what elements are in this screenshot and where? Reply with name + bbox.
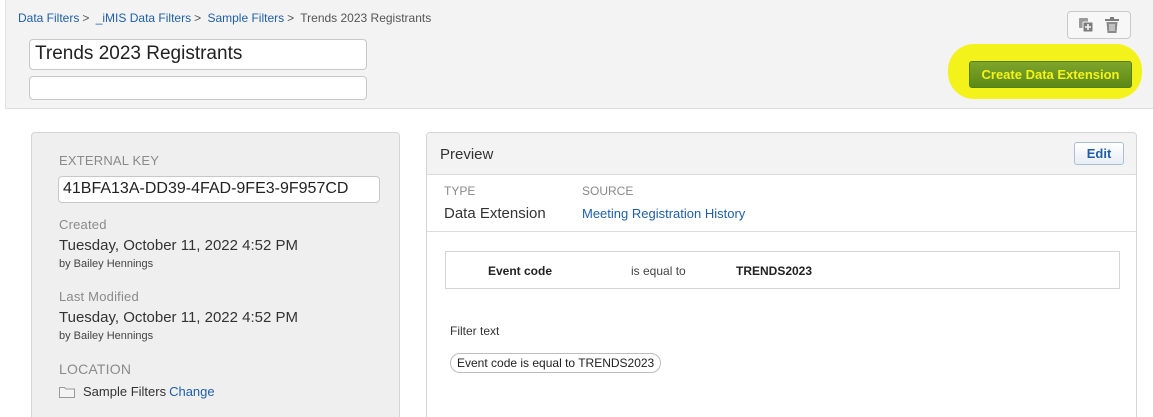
breadcrumb-sample-filters[interactable]: Sample Filters: [207, 11, 284, 25]
type-value: Data Extension: [444, 205, 546, 222]
source-link[interactable]: Meeting Registration History: [582, 206, 745, 221]
preview-header: Preview Edit: [427, 133, 1136, 175]
filter-description-input[interactable]: [29, 76, 367, 100]
created-date: Tuesday, October 11, 2022 4:52 PM: [59, 237, 299, 254]
filter-text-pill: Event code is equal to TRENDS2023: [450, 353, 662, 373]
created-by: by Bailey Hennings: [59, 258, 154, 270]
last-modified-by: by Bailey Hennings: [59, 330, 154, 342]
criteria-value: TRENDS2023: [736, 264, 813, 278]
change-location-link[interactable]: Change: [169, 384, 215, 399]
breadcrumb-data-filters[interactable]: Data Filters: [18, 11, 79, 25]
external-key-label: EXTERNAL KEY: [59, 153, 160, 168]
page-header: Data Filters > _iMIS Data Filters > Sample…: [5, 0, 1153, 109]
edit-button[interactable]: Edit: [1074, 142, 1124, 165]
source-label: SOURCE: [582, 184, 634, 198]
last-modified-date: Tuesday, October 11, 2022 4:52 PM: [59, 309, 299, 326]
filter-name-input[interactable]: Trends 2023 Registrants: [29, 39, 367, 70]
filter-criteria-row: Event code is equal to TRENDS2023: [445, 251, 1120, 289]
last-modified-label: Last Modified: [59, 289, 139, 304]
breadcrumb-separator: >: [82, 11, 90, 25]
breadcrumb: Data Filters > _iMIS Data Filters > Sample…: [18, 11, 431, 25]
filter-text-label: Filter text: [450, 324, 500, 338]
preview-title: Preview: [440, 146, 494, 163]
preview-panel: Preview Edit TYPE Data Extension SOURCE …: [426, 132, 1137, 417]
criteria-field: Event code: [488, 264, 553, 278]
folder-icon: [59, 387, 75, 398]
breadcrumb-separator: >: [194, 11, 202, 25]
divider: [427, 231, 1136, 232]
location-folder-name: Sample Filters: [83, 384, 167, 399]
location-label: LOCATION: [59, 361, 132, 377]
created-label: Created: [59, 217, 107, 232]
external-key-field[interactable]: 41BFA13A-DD39-4FAD-9FE3-9F957CD: [58, 176, 380, 203]
criteria-operator: is equal to: [631, 264, 686, 278]
create-data-extension-button[interactable]: Create Data Extension: [969, 61, 1132, 88]
breadcrumb-separator: >: [287, 11, 295, 25]
copy-icon[interactable]: [1077, 16, 1095, 34]
breadcrumb-imis-data-filters[interactable]: _iMIS Data Filters: [96, 11, 191, 25]
location-value: Sample Filters Change: [83, 384, 215, 399]
trash-icon[interactable]: [1103, 16, 1121, 34]
details-panel: EXTERNAL KEY 41BFA13A-DD39-4FAD-9FE3-9F9…: [31, 132, 400, 417]
type-label: TYPE: [444, 184, 476, 198]
action-icon-group: [1067, 11, 1131, 39]
breadcrumb-current: Trends 2023 Registrants: [300, 11, 432, 25]
